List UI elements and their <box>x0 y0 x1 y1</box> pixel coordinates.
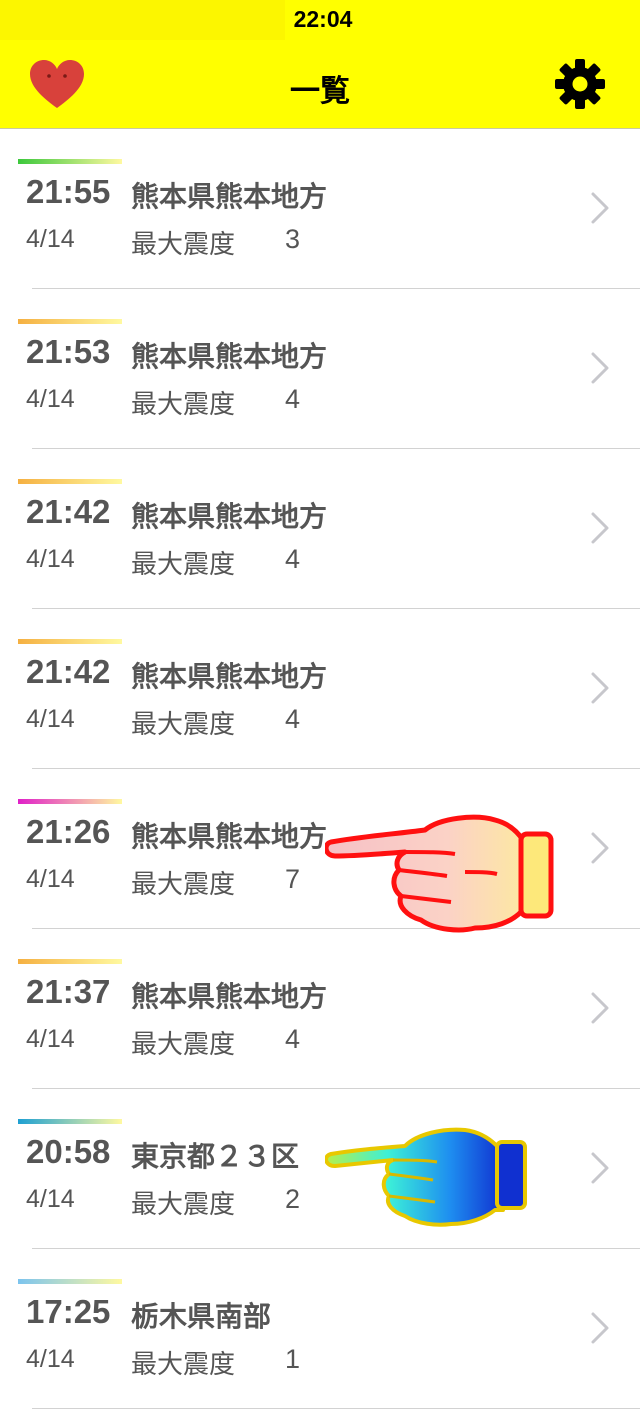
quake-time: 21:42 <box>26 653 111 690</box>
intensity-color-bar <box>18 479 122 484</box>
quake-date: 4/14 <box>26 1345 75 1373</box>
chevron-right-icon <box>591 832 609 864</box>
list-item[interactable]: 21:55 熊本県熊本地方 4/14 最大震度 3 <box>0 129 640 289</box>
status-bar: 22:04 <box>0 0 640 44</box>
intensity-color-bar <box>18 319 122 324</box>
intensity-color-bar <box>18 1119 122 1124</box>
quake-time: 17:25 <box>26 1293 111 1330</box>
max-intensity-value: 7 <box>285 864 301 894</box>
intensity-color-bar <box>18 639 122 644</box>
chevron-right-icon <box>591 512 609 544</box>
max-intensity-label: 最大震度 <box>131 550 236 580</box>
earthquake-list: 21:55 熊本県熊本地方 4/14 最大震度 3 21:53 熊本県熊本地方 4/14 最大震… <box>0 129 640 1409</box>
quake-date: 4/14 <box>26 545 75 573</box>
quake-time: 21:37 <box>26 973 111 1010</box>
quake-region: 栃木県南部 <box>131 1300 272 1333</box>
quake-time: 21:53 <box>26 333 111 370</box>
chevron-right-icon <box>591 992 609 1024</box>
max-intensity-label: 最大震度 <box>131 710 236 740</box>
max-intensity-label: 最大震度 <box>131 1350 236 1380</box>
max-intensity-label: 最大震度 <box>131 870 236 900</box>
max-intensity-value: 4 <box>285 704 301 734</box>
quake-region: 熊本県熊本地方 <box>131 660 328 693</box>
chevron-right-icon <box>591 192 609 224</box>
quake-date: 4/14 <box>26 865 75 893</box>
max-intensity-label: 最大震度 <box>131 1190 236 1220</box>
quake-time: 21:55 <box>26 173 111 210</box>
status-time: 22:04 <box>293 6 353 32</box>
quake-region: 熊本県熊本地方 <box>131 980 328 1013</box>
quake-date: 4/14 <box>26 1025 75 1053</box>
max-intensity-value: 1 <box>285 1344 301 1374</box>
list-item[interactable]: 21:53 熊本県熊本地方 4/14 最大震度 4 <box>0 289 640 449</box>
nav-bar: 一覧 <box>0 44 640 129</box>
max-intensity-label: 最大震度 <box>131 1030 236 1060</box>
max-intensity-value: 4 <box>285 1024 301 1054</box>
quake-time: 21:42 <box>26 493 111 530</box>
quake-date: 4/14 <box>26 225 75 253</box>
list-item[interactable]: 17:25 栃木県南部 4/14 最大震度 1 <box>0 1249 640 1409</box>
page-title: 一覧 <box>290 74 350 109</box>
list-item[interactable]: 21:42 熊本県熊本地方 4/14 最大震度 4 <box>0 609 640 769</box>
quake-region: 東京都２３区 <box>131 1140 300 1173</box>
pointing-hand-blue-icon <box>325 1127 527 1227</box>
intensity-color-bar <box>18 959 122 964</box>
quake-region: 熊本県熊本地方 <box>131 820 328 853</box>
list-item[interactable]: 20:58 東京都２３区 4/14 最大震度 2 <box>0 1089 640 1249</box>
chevron-right-icon <box>591 1152 609 1184</box>
max-intensity-value: 2 <box>285 1184 301 1214</box>
quake-date: 4/14 <box>26 385 75 413</box>
intensity-color-bar <box>18 1279 122 1284</box>
max-intensity-label: 最大震度 <box>131 230 236 260</box>
intensity-color-bar <box>18 159 122 164</box>
chevron-right-icon <box>591 1312 609 1344</box>
quake-region: 熊本県熊本地方 <box>131 500 328 533</box>
intensity-color-bar <box>18 799 122 804</box>
max-intensity-label: 最大震度 <box>131 390 236 420</box>
pointing-hand-red-icon <box>325 814 554 933</box>
max-intensity-value: 4 <box>285 544 301 574</box>
quake-date: 4/14 <box>26 1185 75 1213</box>
quake-time: 20:58 <box>26 1133 111 1170</box>
gear-icon[interactable] <box>554 58 606 110</box>
chevron-right-icon <box>591 352 609 384</box>
max-intensity-value: 4 <box>285 384 301 414</box>
list-item[interactable]: 21:42 熊本県熊本地方 4/14 最大震度 4 <box>0 449 640 609</box>
max-intensity-value: 3 <box>285 224 301 254</box>
quake-date: 4/14 <box>26 705 75 733</box>
quake-region: 熊本県熊本地方 <box>131 180 328 213</box>
quake-region: 熊本県熊本地方 <box>131 340 328 373</box>
chevron-right-icon <box>591 672 609 704</box>
list-item[interactable]: 21:37 熊本県熊本地方 4/14 最大震度 4 <box>0 929 640 1089</box>
quake-time: 21:26 <box>26 813 111 850</box>
